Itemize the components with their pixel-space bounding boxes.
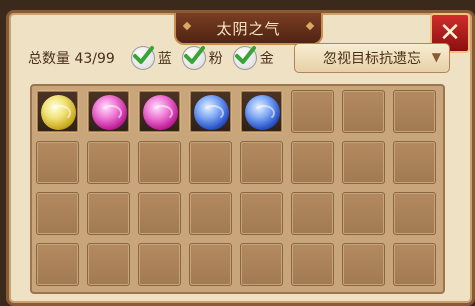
inventory-slot[interactable] [240,90,283,133]
inventory-slot[interactable] [189,90,232,133]
inventory-slot[interactable] [240,192,283,235]
inventory-slot[interactable] [291,192,334,235]
inventory-slot[interactable] [138,141,181,184]
pink-orb-icon [92,95,127,130]
inventory-slot[interactable] [393,243,436,286]
inventory-slot[interactable] [291,141,334,184]
count-label: 总数量 43/99 [28,51,115,67]
checkbox-checked-icon[interactable] [181,46,206,70]
inventory-slot[interactable] [342,90,385,133]
inventory-slot[interactable] [240,243,283,286]
inventory-slot[interactable] [138,90,181,133]
inventory-slot[interactable] [87,141,130,184]
inventory-slot[interactable] [87,192,130,235]
inventory-slot[interactable] [189,243,232,286]
filter-gold[interactable]: 金 [232,46,274,70]
inventory-slot[interactable] [342,243,385,286]
inventory-slot[interactable] [36,141,79,184]
pink-orb-icon [143,95,178,130]
inventory-grid [30,84,445,294]
inventory-slot[interactable] [138,243,181,286]
inventory-slot[interactable] [291,90,334,133]
inventory-slot[interactable] [87,90,130,133]
inventory-slot[interactable] [138,192,181,235]
window-title-text: 太阴之气 [216,19,281,38]
filter-pink-label: 粉 [208,51,223,67]
inventory-slot[interactable] [36,192,79,235]
filter-gold-label: 金 [259,51,274,67]
inventory-slot[interactable] [189,141,232,184]
inventory-slot[interactable] [87,243,130,286]
inventory-slot[interactable] [393,141,436,184]
inventory-slot[interactable] [240,141,283,184]
filter-pink[interactable]: 粉 [181,46,223,70]
blue-orb-icon [194,95,229,130]
dropdown-value: 忽视目标抗遗忘 [323,51,421,67]
inventory-slot[interactable] [342,141,385,184]
inventory-slot[interactable] [393,192,436,235]
inventory-slot[interactable] [36,90,79,133]
inventory-slot[interactable] [393,90,436,133]
inventory-slot[interactable] [189,192,232,235]
window-title: 太阴之气 [174,13,323,45]
inventory-slot[interactable] [342,192,385,235]
inventory-slot[interactable] [36,243,79,286]
chevron-down-icon: ▼ [431,50,441,64]
filter-blue-label: 蓝 [157,51,172,67]
sort-dropdown[interactable]: 忽视目标抗遗忘 ▼ [294,43,450,73]
inventory-slot[interactable] [291,243,334,286]
checkbox-checked-icon[interactable] [232,46,257,70]
filter-blue[interactable]: 蓝 [130,46,172,70]
blue-orb-icon [245,95,280,130]
gold-orb-icon [41,95,76,130]
checkbox-checked-icon[interactable] [130,46,155,70]
filter-toolbar: 总数量 43/99 蓝 粉 金 [28,44,274,72]
